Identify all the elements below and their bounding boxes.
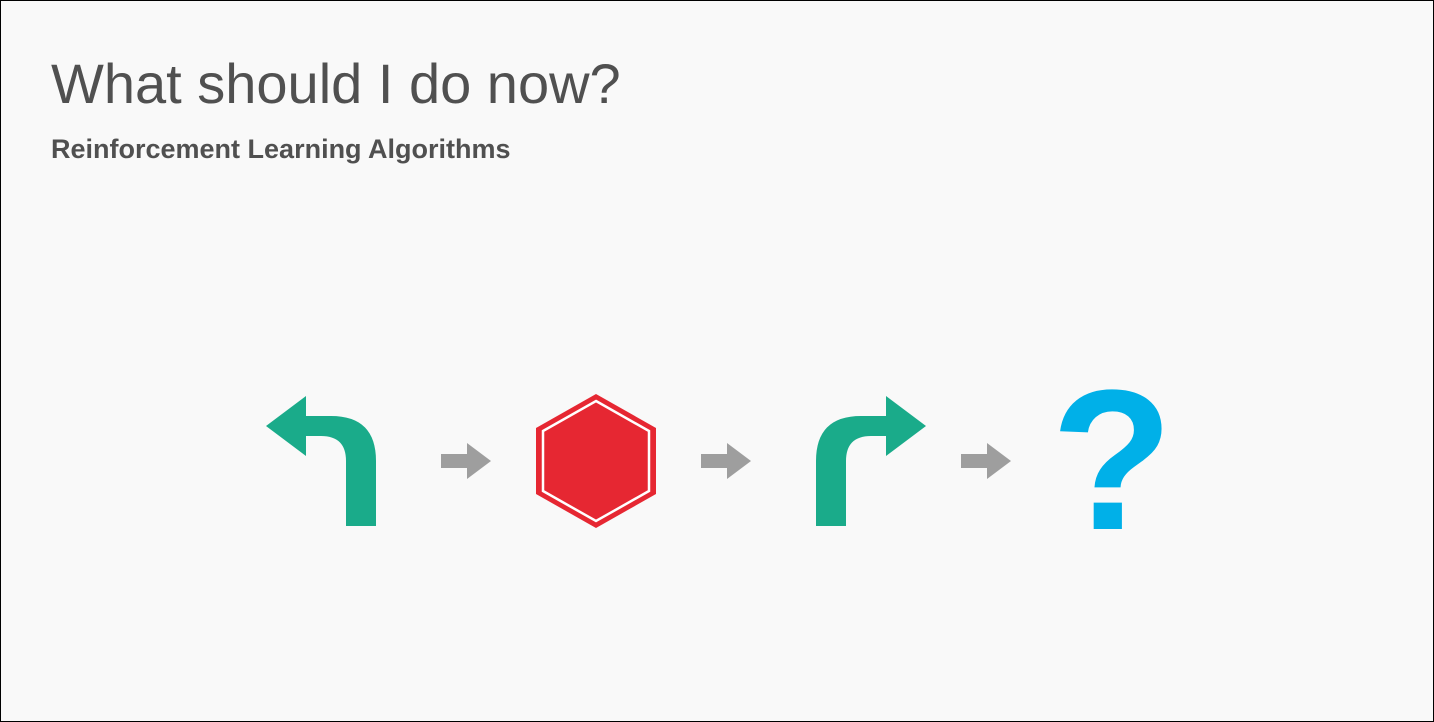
question-mark-icon: ? — [1041, 361, 1173, 561]
turn-left-icon — [261, 386, 411, 536]
slide-title: What should I do now? — [51, 51, 1383, 116]
arrow-right-icon — [411, 441, 521, 481]
action-sequence: ? — [1, 361, 1433, 561]
slide-subtitle: Reinforcement Learning Algorithms — [51, 134, 1383, 165]
stop-sign-icon — [521, 386, 671, 536]
slide: What should I do now? Reinforcement Lear… — [0, 0, 1434, 722]
arrow-right-icon — [931, 441, 1041, 481]
arrow-right-icon — [671, 441, 781, 481]
turn-right-icon — [781, 386, 931, 536]
